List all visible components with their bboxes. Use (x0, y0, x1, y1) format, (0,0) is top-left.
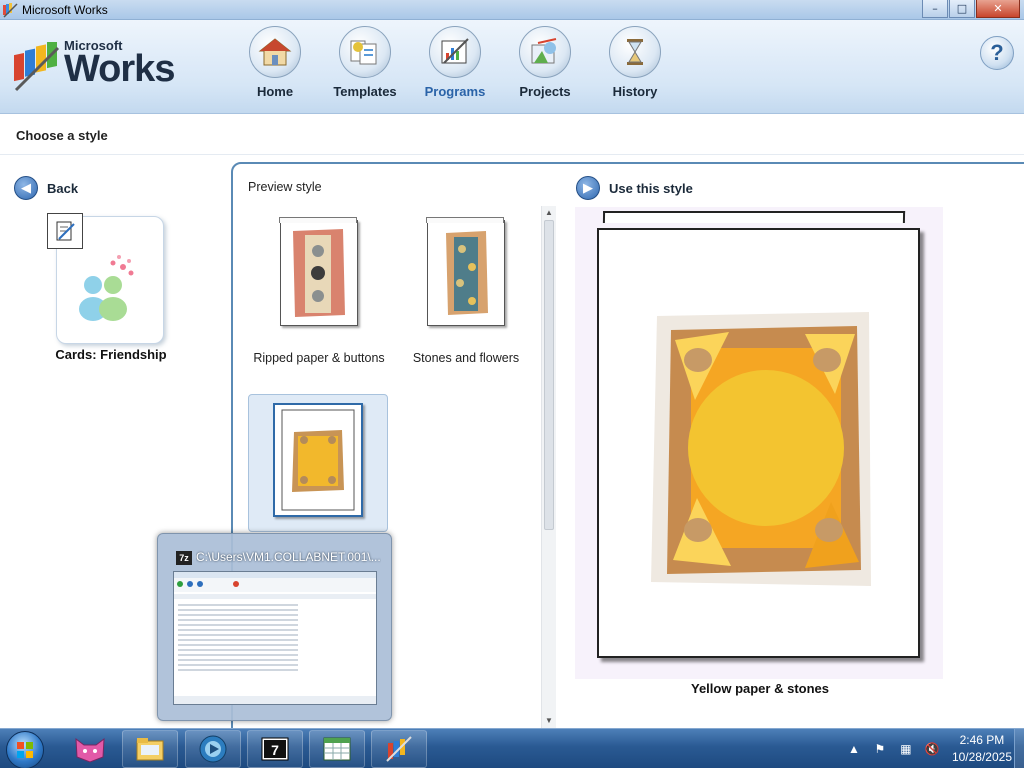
programs-icon (429, 26, 481, 78)
works-header: Microsoft Works Home Templates Programs (0, 20, 1024, 114)
ripped-paper-art (293, 229, 345, 317)
house-icon (249, 26, 301, 78)
nav-templates[interactable]: Templates (320, 26, 410, 99)
nav-history[interactable]: History (590, 26, 680, 99)
stones-flowers-art (446, 231, 488, 315)
style-thumbnail (279, 217, 358, 326)
network-icon[interactable]: ▦ (898, 741, 914, 757)
maximize-button[interactable]: □ (949, 0, 975, 18)
use-this-style-button[interactable]: ▶ Use this style (576, 176, 693, 200)
main-nav: Home Templates Programs Projects History (230, 26, 680, 99)
style-option-yellow-paper[interactable] (248, 394, 388, 532)
templates-icon (339, 26, 391, 78)
window-controls: – □ ✕ (921, 0, 1020, 18)
svg-text:7: 7 (271, 742, 279, 758)
card-back-edge (602, 211, 906, 223)
edit-document-icon[interactable] (47, 213, 83, 249)
style-option-ripped-paper[interactable]: Ripped paper & buttons (249, 217, 389, 366)
taskbar-7zip[interactable]: 7 (247, 730, 303, 768)
use-this-style-label: Use this style (609, 180, 693, 196)
nav-templates-label: Templates (333, 84, 397, 99)
scroll-down-icon[interactable]: ▼ (544, 716, 554, 726)
taskbar-pinned-app[interactable] (62, 730, 118, 768)
nav-programs[interactable]: Programs (410, 26, 500, 99)
back-label: Back (47, 180, 79, 196)
style-option-stones-flowers[interactable]: Stones and flowers (396, 217, 536, 366)
folder-icon (136, 738, 164, 761)
volume-muted-icon[interactable]: 🔇 (924, 741, 940, 757)
system-tray: ▲ ⚑ ▦ 🔇 2:46 PM 10/28/2025 (836, 729, 1012, 768)
taskbar-spreadsheet[interactable] (309, 730, 365, 768)
nav-history-label: History (612, 84, 658, 99)
preview-window-title: C:\Users\VM1.COLLABNET.001\... (196, 550, 381, 564)
preview-window-thumbnail (173, 571, 377, 705)
style-thumbnail (426, 217, 505, 326)
close-button[interactable]: ✕ (976, 0, 1020, 18)
file-manager-thumbnail (174, 572, 376, 704)
windows-taskbar: 7 ▲ ⚑ ▦ 🔇 2:46 PM 10/28/2025 (0, 728, 1024, 768)
works-app-icon (3, 3, 18, 18)
nav-home[interactable]: Home (230, 26, 320, 99)
taskbar-works[interactable] (371, 730, 427, 768)
show-desktop-button[interactable] (1014, 729, 1024, 768)
arrow-right-icon: ▶ (576, 176, 600, 200)
start-button[interactable] (6, 731, 44, 768)
cat-face-icon (75, 737, 105, 763)
clock-time: 2:46 PM (959, 733, 1005, 747)
yellow-paper-art (281, 409, 355, 511)
project-name: Cards: Friendship (55, 347, 167, 362)
styles-scrollbar[interactable]: ▲ ▼ (541, 206, 556, 728)
hourglass-icon (609, 26, 661, 78)
projects-icon (519, 26, 571, 78)
step-title: Choose a style (16, 128, 108, 143)
minimize-button[interactable]: – (922, 0, 948, 18)
works-logo: Microsoft Works (10, 34, 190, 104)
spreadsheet-icon (323, 737, 351, 761)
nav-projects-label: Projects (519, 84, 571, 99)
works-logo-icon (14, 42, 60, 92)
nav-programs-label: Programs (424, 84, 486, 99)
yellow-paper-stones-art (651, 312, 871, 586)
large-card-preview (597, 228, 920, 658)
scroll-up-icon[interactable]: ▲ (544, 208, 554, 218)
back-button[interactable]: ◀ Back (14, 176, 78, 200)
7zip-icon: 7z (176, 551, 192, 565)
style-label: Stones and flowers (412, 351, 520, 365)
nav-home-label: Home (256, 84, 294, 99)
brand-works: Works (64, 48, 175, 90)
scrollbar-thumb[interactable] (544, 220, 554, 530)
taskbar-media-player[interactable] (185, 730, 241, 768)
arrow-left-icon: ◀ (14, 176, 38, 200)
preview-style-label: Preview style (248, 180, 322, 194)
taskbar-window-preview[interactable]: 7z C:\Users\VM1.COLLABNET.001\... (157, 533, 392, 721)
taskbar-explorer[interactable] (122, 730, 178, 768)
clock-date: 10/28/2025 (951, 750, 1012, 764)
works-app-icon (386, 736, 412, 762)
media-player-icon (199, 735, 227, 763)
help-icon[interactable]: ? (980, 36, 1014, 70)
selected-style-name: Yellow paper & stones (691, 681, 829, 696)
style-thumbnail (273, 403, 363, 517)
step-header: Choose a style (0, 115, 1024, 155)
action-center-flag-icon[interactable]: ⚑ (872, 741, 888, 757)
windows-logo-icon (17, 742, 33, 758)
window-title: Microsoft Works (22, 3, 108, 17)
tray-expand-icon[interactable]: ▲ (846, 741, 862, 757)
taskbar-clock[interactable]: 2:46 PM 10/28/2025 (952, 732, 1012, 766)
style-label: Ripped paper & buttons (253, 351, 385, 365)
window-title-bar: Microsoft Works – □ ✕ (0, 0, 1024, 20)
7zip-icon: 7 (261, 737, 289, 761)
nav-projects[interactable]: Projects (500, 26, 590, 99)
